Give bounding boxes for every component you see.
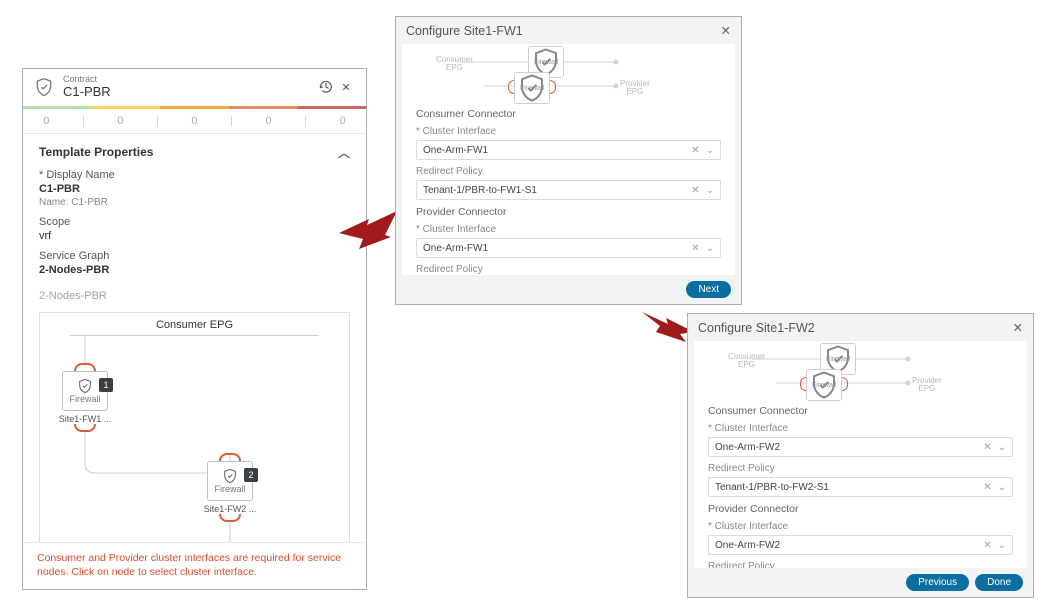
clear-icon[interactable]: ✕ xyxy=(691,243,699,254)
node-index-badge: 1 xyxy=(99,378,113,392)
counter: 0 xyxy=(189,115,199,127)
node-name: Site1-FW2 ... xyxy=(201,504,259,514)
redirect-policy-label: Redirect Policy xyxy=(708,463,1013,474)
service-graph-canvas: Consumer EPG Firewall 1 Site1-FW1 ... xyxy=(39,312,350,542)
firewall-icon xyxy=(77,378,93,394)
consumer-redirect-policy-select[interactable]: Tenant-1/PBR-to-FW1-S1 ✕⌄ xyxy=(416,180,721,200)
chevron-down-icon[interactable]: ⌄ xyxy=(998,482,1006,493)
chevron-down-icon[interactable]: ⌄ xyxy=(706,243,714,254)
mini-consumer-label: Consumer EPG xyxy=(436,56,473,72)
mini-consumer-label: Consumer EPG xyxy=(728,353,765,369)
cluster-interface-label: * Cluster Interface xyxy=(708,521,1013,532)
mini-node-2: Firewall xyxy=(514,72,550,104)
node-index-badge: 2 xyxy=(244,468,258,482)
mini-provider-label: Provider EPG xyxy=(912,377,942,393)
consumer-redirect-policy-select[interactable]: Tenant-1/PBR-to-FW2-S1 ✕⌄ xyxy=(708,477,1013,497)
clear-icon[interactable]: ✕ xyxy=(983,482,991,493)
consumer-connector-head: Consumer Connector xyxy=(416,108,721,120)
provider-cluster-interface-select[interactable]: One-Arm-FW1 ✕⌄ xyxy=(416,238,721,258)
collapse-icon[interactable]: ︿ xyxy=(338,144,350,161)
clear-icon[interactable]: ✕ xyxy=(983,540,991,551)
node-type: Firewall xyxy=(214,484,245,494)
redirect-policy-label: Redirect Policy xyxy=(416,264,721,275)
header-subtitle: Contract xyxy=(63,75,316,84)
connector-bot-icon xyxy=(74,424,96,432)
cluster-interface-label: * Cluster Interface xyxy=(416,224,721,235)
close-icon[interactable]: ✕ xyxy=(336,77,356,97)
panel-footer-warning: Consumer and Provider cluster interfaces… xyxy=(23,542,366,589)
chevron-down-icon[interactable]: ⌄ xyxy=(998,540,1006,551)
configure-dialog-fw2: Configure Site1-FW2 ✕ Consumer EPG Firew… xyxy=(687,313,1034,598)
consumer-connector-head: Consumer Connector xyxy=(708,405,1013,417)
header-title: C1-PBR xyxy=(63,84,316,100)
scope-label: Scope xyxy=(39,216,350,228)
redirect-policy-label: Redirect Policy xyxy=(416,166,721,177)
counter-row: 0| 0| 0| 0| 0 xyxy=(23,109,366,134)
dialog-title: Configure Site1-FW1 xyxy=(406,24,523,38)
clear-icon[interactable]: ✕ xyxy=(691,185,699,196)
firewall-icon xyxy=(222,468,238,484)
counter: 0 xyxy=(264,115,274,127)
consumer-cluster-interface-select[interactable]: One-Arm-FW1 ✕⌄ xyxy=(416,140,721,160)
service-graph-label: Service Graph xyxy=(39,250,350,262)
provider-connector-head: Provider Connector xyxy=(416,206,721,218)
mini-node-2: Firewall xyxy=(806,369,842,401)
connector-icon xyxy=(800,377,806,391)
counter: 0 xyxy=(338,115,348,127)
close-icon[interactable]: ✕ xyxy=(721,23,731,38)
chevron-down-icon[interactable]: ⌄ xyxy=(998,442,1006,453)
next-button[interactable]: Next xyxy=(686,281,731,298)
display-name-label: * Display Name xyxy=(39,169,350,181)
display-name-value: C1-PBR xyxy=(39,183,350,195)
contract-panel: Contract C1-PBR ✕ 0| 0| 0| 0| 0 Template… xyxy=(22,68,367,590)
provider-cluster-interface-select[interactable]: One-Arm-FW2 ✕⌄ xyxy=(708,535,1013,555)
clear-icon[interactable]: ✕ xyxy=(983,442,991,453)
close-icon[interactable]: ✕ xyxy=(1013,320,1023,335)
configure-dialog-fw1: Configure Site1-FW1 ✕ Consumer EPG Firew… xyxy=(395,16,742,305)
node-name: Site1-FW1 ... xyxy=(56,414,114,424)
provider-connector-head: Provider Connector xyxy=(708,503,1013,515)
service-graph-link[interactable]: 2-Nodes-PBR xyxy=(39,290,350,302)
node-type: Firewall xyxy=(69,394,100,404)
mini-graph: Consumer EPG Firewall Firewall Provider … xyxy=(416,50,721,100)
section-title: Template Properties xyxy=(39,145,153,159)
connector-top-icon xyxy=(74,363,96,371)
firewall-icon xyxy=(515,73,549,103)
previous-button[interactable]: Previous xyxy=(906,574,969,591)
redirect-policy-label: Redirect Policy xyxy=(708,561,1013,568)
panel-header: Contract C1-PBR ✕ xyxy=(23,69,366,106)
service-graph-value: 2-Nodes-PBR xyxy=(39,264,350,276)
dialog-title: Configure Site1-FW2 xyxy=(698,321,815,335)
contract-icon xyxy=(33,76,55,98)
chevron-down-icon[interactable]: ⌄ xyxy=(706,145,714,156)
cluster-interface-label: * Cluster Interface xyxy=(416,126,721,137)
consumer-cluster-interface-select[interactable]: One-Arm-FW2 ✕⌄ xyxy=(708,437,1013,457)
clear-icon[interactable]: ✕ xyxy=(691,145,699,156)
mini-provider-label: Provider EPG xyxy=(620,80,650,96)
done-button[interactable]: Done xyxy=(975,574,1023,591)
connector-icon xyxy=(508,80,514,94)
history-icon[interactable] xyxy=(316,77,336,97)
firewall-node-1[interactable]: Firewall 1 Site1-FW1 ... xyxy=(56,363,114,432)
scope-value: vrf xyxy=(39,230,350,242)
cluster-interface-label: * Cluster Interface xyxy=(708,423,1013,434)
chevron-down-icon[interactable]: ⌄ xyxy=(706,185,714,196)
counter: 0 xyxy=(41,115,51,127)
firewall-node-2[interactable]: Firewall 2 Site1-FW2 ... xyxy=(201,453,259,522)
connector-bot-icon xyxy=(219,514,241,522)
counter: 0 xyxy=(115,115,125,127)
mini-graph: Consumer EPG Firewall Firewall Provider … xyxy=(708,347,1013,397)
connector-top-icon xyxy=(219,453,241,461)
firewall-icon xyxy=(807,370,841,400)
display-name-sub: Name: C1-PBR xyxy=(39,197,350,208)
